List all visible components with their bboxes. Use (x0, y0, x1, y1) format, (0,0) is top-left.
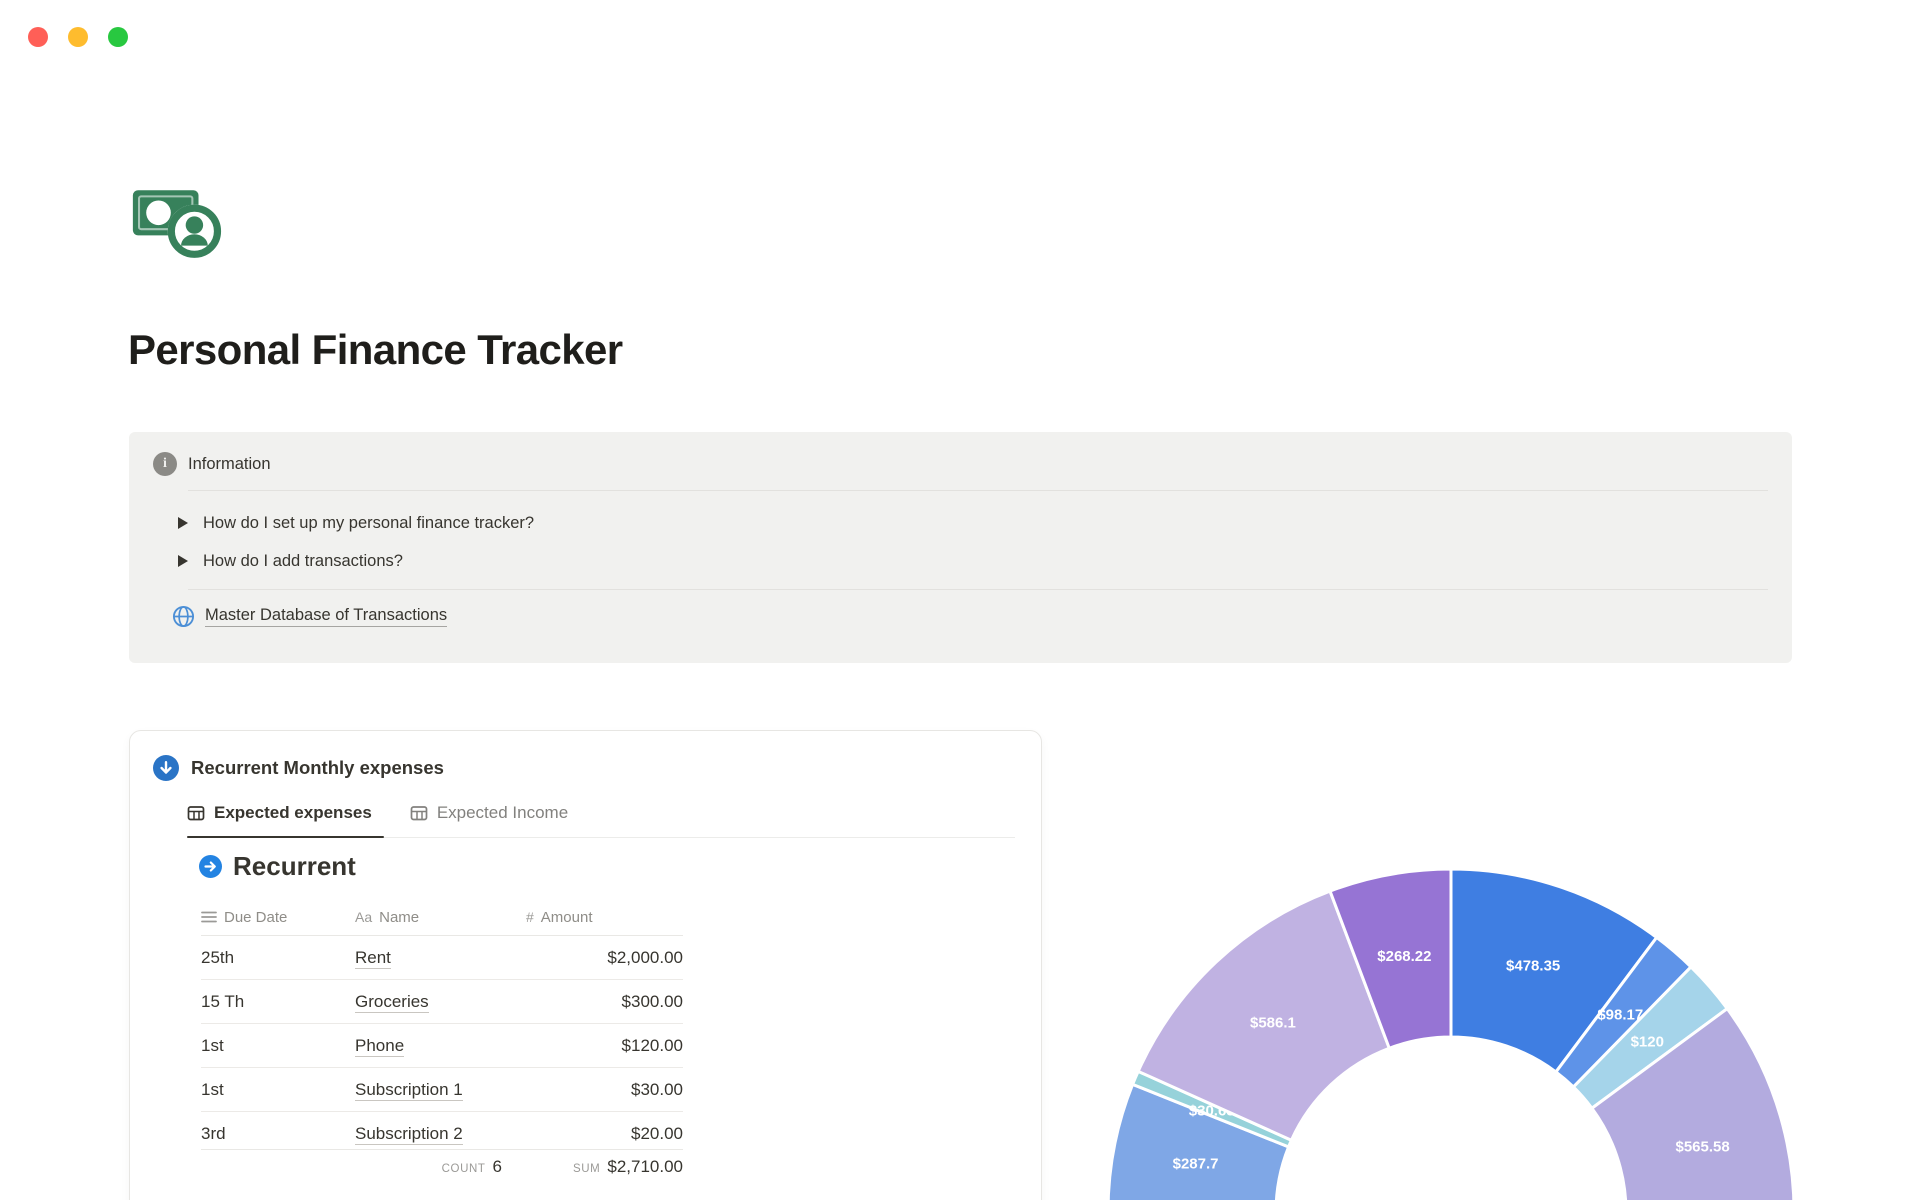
name-link[interactable]: Phone (355, 1035, 405, 1057)
divider (188, 490, 1768, 491)
amount-cell[interactable]: $30.00 (526, 1080, 683, 1100)
name-link[interactable]: Subscription 1 (355, 1079, 463, 1101)
name-cell: Subscription 2 (355, 1123, 526, 1145)
count-aggregate[interactable]: COUNT 6 (355, 1157, 526, 1177)
column-header-due-date[interactable]: Due Date (201, 909, 355, 926)
table-row: 1st Phone $120.00 (201, 1024, 683, 1068)
due-date-cell[interactable]: 25th (201, 948, 355, 968)
table-row: 1st Subscription 1 $30.00 (201, 1068, 683, 1112)
expenses-donut-chart: $478.35$98.17$120$565.58$287.7$30.68$586… (1106, 867, 1796, 1200)
column-header-amount[interactable]: # Amount (526, 909, 683, 926)
table-row: 15 Th Groceries $300.00 (201, 980, 683, 1024)
number-type-icon: # (526, 909, 534, 925)
amount-cell[interactable]: $2,000.00 (526, 948, 683, 968)
name-link[interactable]: Subscription 2 (355, 1123, 463, 1145)
due-date-cell[interactable]: 1st (201, 1036, 355, 1056)
donut-segment-label: $565.58 (1676, 1139, 1730, 1156)
name-cell: Rent (355, 947, 526, 969)
master-database-link-label: Master Database of Transactions (205, 606, 448, 627)
name-link[interactable]: Rent (355, 947, 391, 969)
tab-label: Expected expenses (214, 803, 372, 822)
view-tabs: Expected expenses Expected Income (187, 793, 1015, 838)
sum-label: SUM (573, 1162, 601, 1175)
amount-cell[interactable]: $120.00 (526, 1036, 683, 1056)
info-icon: i (153, 452, 177, 476)
tab-expected-income[interactable]: Expected Income (410, 793, 580, 837)
recurrent-expenses-card: Recurrent Monthly expenses Expected expe… (129, 730, 1042, 1200)
donut-segment-label: $268.22 (1377, 948, 1431, 965)
amount-cell[interactable]: $300.00 (526, 992, 683, 1012)
master-database-link[interactable]: Master Database of Transactions (171, 604, 448, 629)
callout-header: i Information (153, 452, 271, 476)
column-header-name[interactable]: Aa Name (355, 909, 526, 926)
page-icon[interactable] (130, 182, 226, 262)
table-row: 3rd Subscription 2 $20.00 (201, 1112, 683, 1149)
table-footer: COUNT 6 SUM $2,710.00 (201, 1149, 683, 1183)
due-date-cell[interactable]: 1st (201, 1080, 355, 1100)
due-date-cell[interactable]: 3rd (201, 1124, 355, 1144)
money-banknote-icon (132, 190, 222, 258)
table-icon (410, 806, 428, 821)
donut-segment-label: $586.1 (1250, 1015, 1296, 1032)
view-title: Recurrent (233, 851, 356, 881)
linked-view-arrow-icon (199, 855, 222, 878)
name-cell: Subscription 1 (355, 1079, 526, 1101)
divider (188, 589, 1768, 590)
donut-segment-label: $478.35 (1506, 957, 1560, 974)
page-title: Personal Finance Tracker (128, 326, 623, 373)
window-controls (28, 27, 128, 47)
amount-cell[interactable]: $20.00 (526, 1124, 683, 1144)
table-body: 25th Rent $2,000.00 15 Th Groceries $300… (201, 936, 683, 1149)
sum-aggregate[interactable]: SUM $2,710.00 (526, 1157, 683, 1177)
card-header: Recurrent Monthly expenses (153, 755, 444, 781)
close-window-button[interactable] (28, 27, 48, 47)
toggle-arrow-icon (178, 555, 188, 567)
column-label: Name (379, 908, 420, 926)
minimize-window-button[interactable] (68, 27, 88, 47)
card-title: Recurrent Monthly expenses (191, 757, 444, 778)
toggle-label: How do I add transactions? (203, 551, 403, 570)
donut-segment-label: $120 (1631, 1033, 1664, 1050)
globe-icon (172, 605, 195, 628)
toggle-setup-question[interactable]: How do I set up my personal finance trac… (178, 504, 534, 542)
toggle-arrow-icon (178, 517, 188, 529)
name-cell: Phone (355, 1035, 526, 1057)
donut-segment-label: $287.7 (1173, 1155, 1219, 1172)
name-cell: Groceries (355, 991, 526, 1013)
expenses-table: Due Date Aa Name # Amount 25th Rent $2,0… (201, 899, 683, 1183)
callout-title: Information (188, 454, 271, 473)
text-type-icon: Aa (355, 909, 373, 925)
view-title-row: Recurrent (199, 851, 356, 882)
zoom-window-button[interactable] (108, 27, 128, 47)
column-label: Due Date (224, 908, 288, 926)
table-row: 25th Rent $2,000.00 (201, 936, 683, 980)
tab-expected-expenses[interactable]: Expected expenses (187, 793, 384, 838)
info-icon-glyph: i (163, 456, 167, 471)
count-label: COUNT (441, 1162, 486, 1175)
down-arrow-circle-icon (153, 755, 179, 781)
due-date-cell[interactable]: 15 Th (201, 992, 355, 1012)
information-callout: i Information How do I set up my persona… (129, 432, 1792, 663)
column-label: Amount (540, 908, 593, 926)
sum-value: $2,710.00 (607, 1156, 683, 1176)
tab-label: Expected Income (436, 803, 569, 822)
table-icon (187, 806, 205, 821)
list-icon (201, 911, 217, 923)
name-link[interactable]: Groceries (355, 991, 429, 1013)
toggle-label: How do I set up my personal finance trac… (203, 513, 535, 532)
toggle-add-transactions-question[interactable]: How do I add transactions? (178, 542, 403, 580)
count-value: 6 (492, 1156, 502, 1176)
table-header-row: Due Date Aa Name # Amount (201, 899, 683, 936)
